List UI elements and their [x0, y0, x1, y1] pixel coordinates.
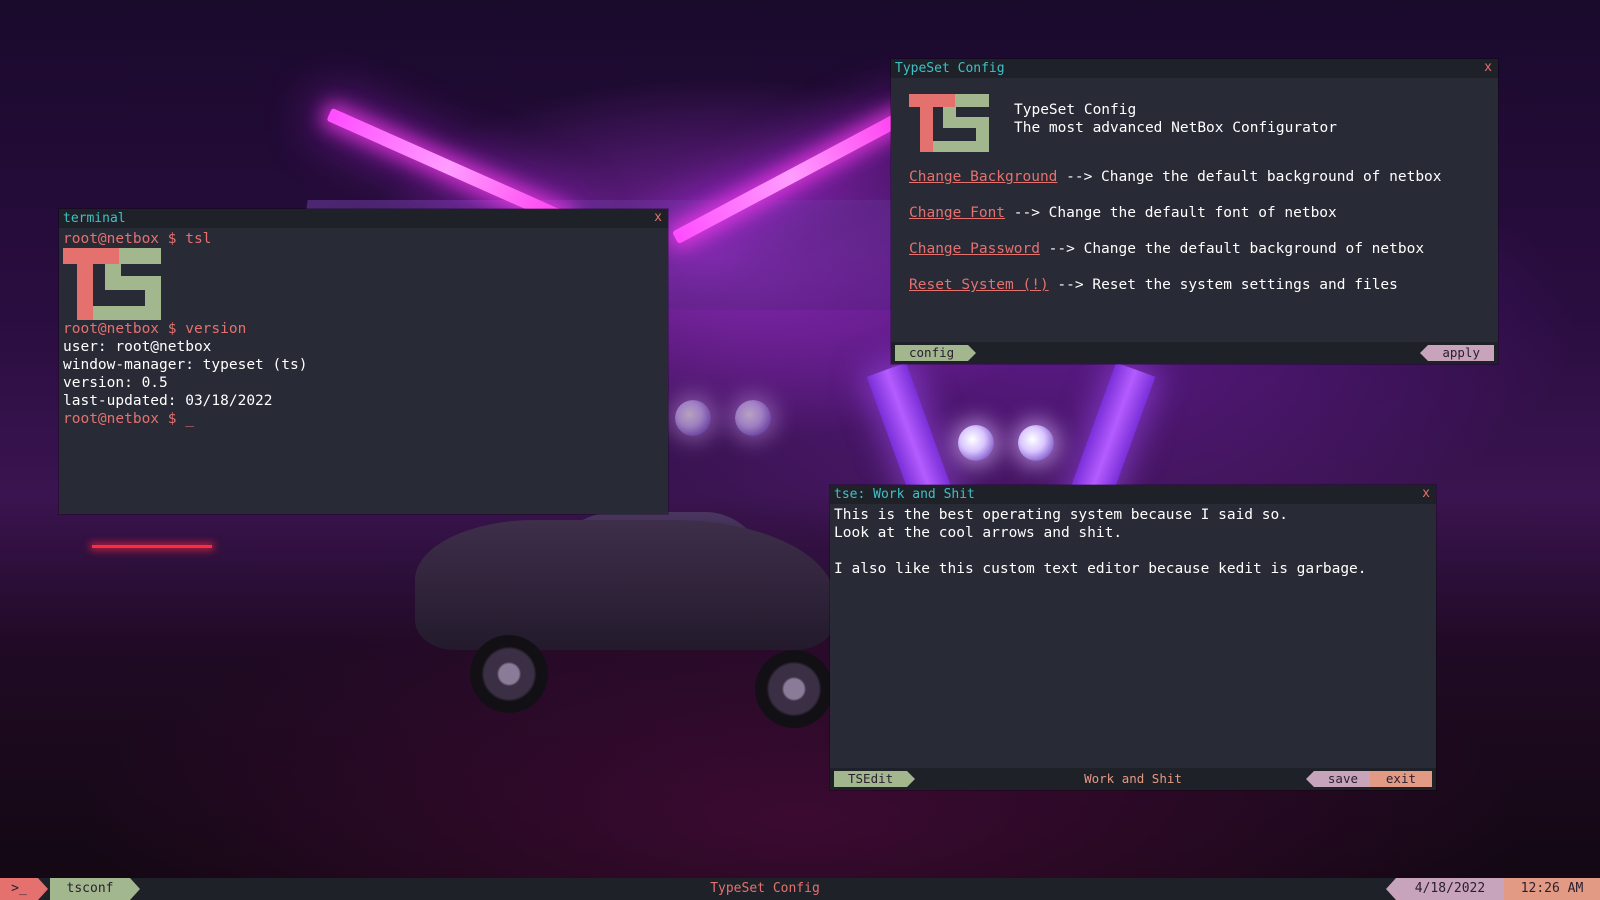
wallpaper-wheel	[755, 650, 833, 728]
config-item: Reset System (!) --> Reset the system se…	[909, 277, 1398, 293]
config-heading: TypeSet Config	[1014, 102, 1137, 118]
save-button[interactable]: save	[1305, 771, 1372, 787]
config-item-desc: --> Change the default font of netbox	[1005, 205, 1337, 221]
terminal-prompt[interactable]: root@netbox $ _	[63, 410, 664, 428]
config-header: TypeSet Config The most advanced NetBox …	[1014, 101, 1337, 137]
close-icon[interactable]: x	[1484, 60, 1492, 75]
terminal-window[interactable]: terminal x root@netbox $ tsl root@netbox…	[59, 209, 668, 514]
config-item: Change Font --> Change the default font …	[909, 205, 1337, 221]
config-item-desc: --> Change the default background of net…	[1039, 241, 1425, 257]
config-window[interactable]: TypeSet Config x TypeSet Config The most…	[891, 59, 1498, 364]
ts-logo	[63, 248, 664, 320]
terminal-launcher-icon[interactable]: >_	[0, 878, 38, 900]
editor-line: This is the best operating system becaus…	[834, 507, 1288, 523]
change-font-link[interactable]: Change Font	[909, 205, 1005, 221]
taskbar-arrow	[38, 878, 48, 900]
config-titlebar[interactable]: TypeSet Config x	[891, 59, 1498, 78]
config-tab[interactable]: config	[895, 345, 977, 361]
wallpaper-pump	[958, 425, 994, 461]
window-title: terminal	[63, 211, 126, 226]
config-statusbar: config apply	[891, 342, 1498, 364]
close-icon[interactable]: x	[1422, 486, 1430, 501]
window-title: TypeSet Config	[895, 61, 1005, 76]
window-title: tse: Work and Shit	[834, 487, 975, 502]
terminal-line: window-manager: typeset (ts)	[63, 357, 308, 373]
ts-logo	[909, 94, 989, 152]
reset-system-link[interactable]: Reset System (!)	[909, 277, 1049, 293]
editor-textarea[interactable]: This is the best operating system becaus…	[834, 506, 1432, 766]
terminal-output[interactable]: root@netbox $ tsl root@netbox $ version …	[63, 230, 664, 510]
apply-button[interactable]: apply	[1420, 345, 1494, 361]
editor-window[interactable]: tse: Work and Shit x This is the best op…	[830, 485, 1436, 790]
taskbar-arrow	[130, 878, 140, 900]
taskbar-clock[interactable]: 12:26 AM	[1504, 878, 1600, 900]
terminal-titlebar[interactable]: terminal x	[59, 209, 668, 228]
terminal-line: version: 0.5	[63, 375, 168, 391]
editor-line: I also like this custom text editor beca…	[834, 561, 1367, 577]
terminal-line: user: root@netbox	[63, 339, 212, 355]
taskbar-date[interactable]: 4/18/2022	[1396, 878, 1504, 900]
wallpaper-wheel	[470, 635, 548, 713]
wallpaper-pump	[675, 400, 711, 436]
config-subheading: The most advanced NetBox Configurator	[1014, 120, 1338, 136]
config-item-desc: --> Change the default background of net…	[1057, 169, 1442, 185]
config-item: Change Background --> Change the default…	[909, 169, 1442, 185]
close-icon[interactable]: x	[654, 210, 662, 225]
taskbar-arrow	[1386, 878, 1396, 900]
change-background-link[interactable]: Change Background	[909, 169, 1057, 185]
config-item-desc: --> Reset the system settings and files	[1048, 277, 1398, 293]
config-item: Change Password --> Change the default b…	[909, 241, 1424, 257]
wallpaper-pump	[1018, 425, 1054, 461]
terminal-line: root@netbox $ tsl	[63, 231, 212, 247]
editor-titlebar[interactable]: tse: Work and Shit x	[830, 485, 1436, 504]
wallpaper-car	[415, 520, 835, 650]
editor-statusbar: TSEdit Work and Shit save exit	[830, 768, 1436, 790]
change-password-link[interactable]: Change Password	[909, 241, 1040, 257]
active-window-title: TypeSet Config	[710, 881, 820, 896]
taskbar-app-tsconf[interactable]: tsconf	[50, 878, 130, 900]
editor-line: Look at the cool arrows and shit.	[834, 525, 1123, 541]
wallpaper-light-streak	[92, 545, 212, 548]
taskbar: >_ tsconf TypeSet Config 4/18/2022 12:26…	[0, 878, 1600, 900]
terminal-line: root@netbox $ version	[63, 321, 247, 337]
wallpaper-pump	[735, 400, 771, 436]
terminal-line: last-updated: 03/18/2022	[63, 393, 273, 409]
exit-button[interactable]: exit	[1369, 771, 1432, 787]
